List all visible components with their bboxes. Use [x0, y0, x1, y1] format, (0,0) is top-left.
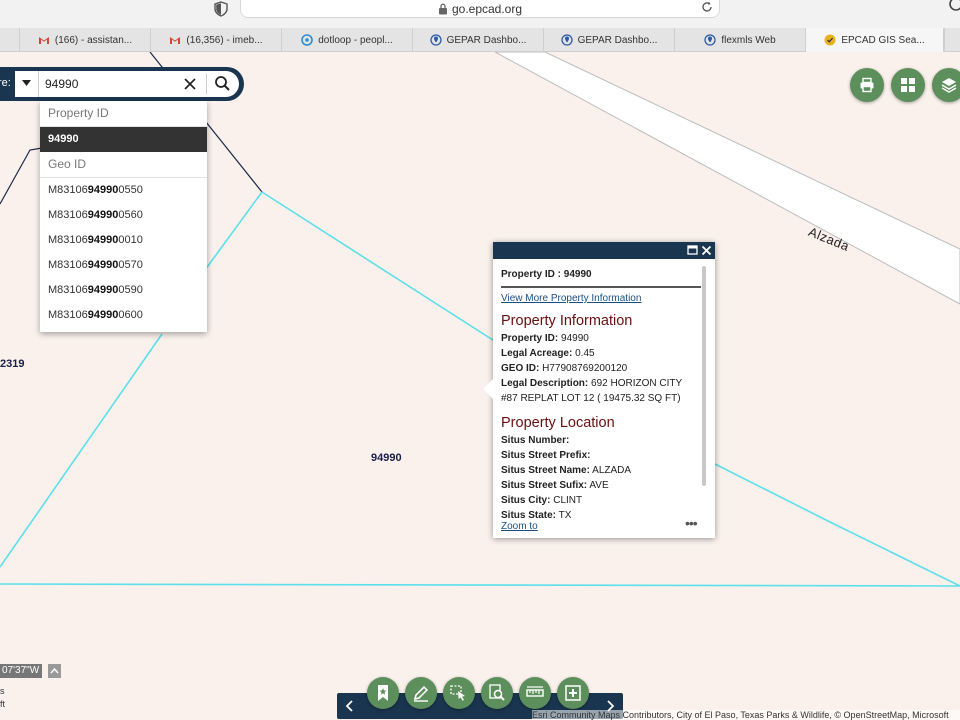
pencil-icon: [413, 685, 429, 702]
toolbar-extension-icon[interactable]: [948, 0, 960, 12]
printer-icon: [860, 77, 874, 93]
parcel-boundary-dark-left: [0, 147, 43, 205]
map-attribution: Esri Community Maps Contributors, City o…: [532, 710, 960, 720]
dotloop-icon: [301, 34, 314, 46]
search-field: [15, 71, 239, 97]
coordinate-readout: 07'37"W: [0, 664, 43, 678]
suggestion-item-geo[interactable]: M83106949900560: [40, 203, 207, 228]
gmail-icon: [38, 37, 49, 44]
location-row: Situs City: CLINT: [501, 495, 583, 506]
caret-down-icon: [22, 80, 31, 86]
gmail-icon: [170, 37, 181, 44]
search-widget: re:: [0, 67, 244, 101]
suggestion-item-geo[interactable]: M83106949900010: [40, 228, 207, 253]
location-row: Situs Street Name: ALZADA: [501, 465, 632, 476]
popup-title-bar: [493, 242, 715, 259]
measure-button[interactable]: [519, 677, 551, 709]
suggestion-item-geo[interactable]: M83106949900570: [40, 253, 207, 278]
info-row: Legal Description: 692 HORIZON CITY #87 …: [501, 378, 682, 404]
view-more-link[interactable]: View More Property Information: [501, 293, 701, 304]
coordinate-toggle-button[interactable]: [48, 664, 61, 678]
browser-toolbar: go.epcad.org: [0, 0, 960, 28]
search-suggestions: Property ID 94990 Geo ID M83106949900550…: [40, 101, 207, 332]
search-icon[interactable]: [213, 74, 233, 94]
reload-icon[interactable]: [701, 1, 713, 13]
clear-search-icon[interactable]: [181, 75, 199, 93]
chevron-up-icon: [50, 667, 59, 674]
info-row: GEO ID: H77908769200120: [501, 363, 628, 374]
location-row: Situs Street Sufix: AVE: [501, 480, 609, 491]
suggestion-item-geo[interactable]: M83106949900600: [40, 303, 207, 328]
popup-title: Property ID : 94990: [501, 269, 701, 288]
basemap-gallery-button[interactable]: [891, 68, 925, 102]
print-button[interactable]: [850, 68, 884, 102]
zoom-to-link[interactable]: Zoom to: [501, 521, 538, 532]
map-pin-icon: [429, 34, 442, 46]
suggestion-item-property[interactable]: 94990: [40, 127, 207, 152]
map-pin-icon: [560, 34, 573, 46]
add-data-button[interactable]: [557, 677, 589, 709]
ruler-icon: [526, 686, 544, 697]
info-row: Property ID: 94990: [501, 333, 589, 344]
search-source-dropdown[interactable]: [15, 71, 39, 97]
search-prefix-label: re:: [0, 77, 11, 89]
magnifier-document-icon: [489, 684, 505, 701]
tab-bar: (166) - assistan... (16,356) - imeb... d…: [0, 28, 960, 52]
chevron-left-icon[interactable]: [343, 698, 357, 714]
query-button[interactable]: [481, 677, 513, 709]
address-bar[interactable]: go.epcad.org: [240, 0, 720, 18]
parcel-label-2319[interactable]: 2319: [0, 358, 24, 370]
suggestion-group-property-id: Property ID: [40, 101, 207, 127]
layer-list-button[interactable]: [932, 68, 960, 102]
add-layer-icon: [565, 685, 581, 701]
location-row: Situs Street Prefix:: [501, 450, 591, 461]
bookmark-icon: [378, 685, 388, 701]
popup-content: Property ID : 94990 View More Property I…: [501, 259, 701, 521]
url-text: go.epcad.org: [451, 2, 523, 16]
map-view[interactable]: Alzada 2319 94990 re: Property ID 94990 …: [0, 52, 960, 720]
tab-gmail-2[interactable]: (16,356) - imeb...: [151, 28, 282, 52]
location-row: Situs State: TX: [501, 510, 572, 521]
tab-epcad-gis[interactable]: EPCAD GIS Sea...: [806, 28, 944, 52]
epcad-icon: [824, 34, 836, 46]
search-input[interactable]: [45, 71, 165, 97]
location-row: Situs Number:: [501, 435, 570, 446]
map-pin-icon: [704, 34, 717, 46]
close-icon[interactable]: [701, 245, 712, 256]
popup-pointer: [483, 379, 493, 399]
select-button[interactable]: [443, 677, 475, 709]
scale-bar-label-bottom: ft: [0, 699, 6, 709]
privacy-shield-icon[interactable]: [213, 1, 229, 17]
bookmarks-button[interactable]: [367, 677, 399, 709]
scale-bar-label-top: s: [0, 686, 5, 696]
select-cursor-icon: [450, 685, 465, 701]
tab-gepar-1[interactable]: GEPAR Dashbo...: [413, 28, 544, 52]
tab-flexmls[interactable]: flexmls Web: [675, 28, 806, 52]
tab-overflow[interactable]: [0, 28, 20, 52]
property-popup: Property ID : 94990 View More Property I…: [483, 242, 715, 538]
section-heading-property-location: Property Location: [501, 415, 615, 431]
suggestion-item-geo[interactable]: M83106949900590: [40, 278, 207, 303]
search-divider: [206, 74, 207, 94]
parcel-label-94990[interactable]: 94990: [371, 452, 402, 464]
layers-icon: [941, 78, 957, 93]
popup-footer: Zoom to •••: [501, 515, 707, 537]
tab-gepar-2[interactable]: GEPAR Dashbo...: [544, 28, 675, 52]
grid-icon: [901, 78, 915, 92]
info-row: Legal Acreage: 0.45: [501, 348, 595, 359]
section-heading-property-information: Property Information: [501, 313, 633, 329]
suggestion-item-geo[interactable]: M83106949900550: [40, 178, 207, 203]
maximize-icon[interactable]: [687, 245, 698, 256]
more-actions-button[interactable]: •••: [685, 515, 698, 531]
popup-scrollbar[interactable]: [702, 266, 706, 486]
tab-gmail-1[interactable]: (166) - assistan...: [20, 28, 151, 52]
tab-dotloop[interactable]: dotloop - peopl...: [282, 28, 413, 52]
suggestion-group-geo-id: Geo ID: [40, 152, 207, 178]
lock-icon: [438, 3, 447, 15]
new-tab-area[interactable]: [944, 28, 960, 52]
draw-button[interactable]: [405, 677, 437, 709]
